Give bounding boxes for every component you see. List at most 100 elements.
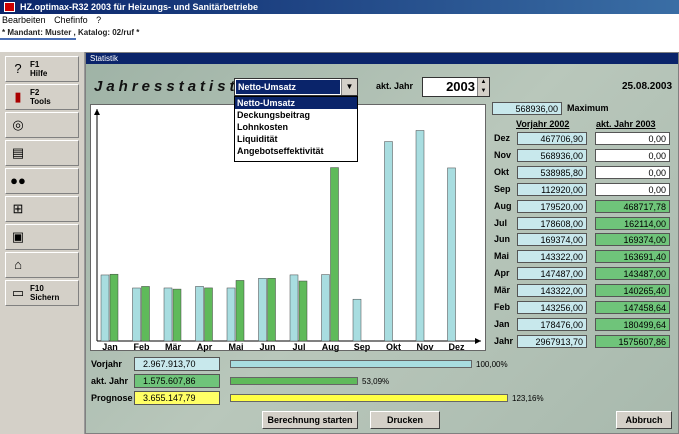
x-tick-label: Feb <box>133 342 150 352</box>
summary-cur-bar <box>230 377 358 385</box>
menu-help[interactable]: ? <box>96 15 101 25</box>
col-prev-header: Vorjahr 2002 <box>516 119 570 129</box>
table-cell-cur[interactable]: 147458,64 <box>595 301 670 314</box>
binoculars-icon: ●● <box>10 173 26 188</box>
spin-down-icon[interactable]: ▼ <box>478 87 489 96</box>
current-date: 25.08.2003 <box>622 81 673 92</box>
menu-bar: Bearbeiten Chefinfo ? <box>0 14 679 26</box>
summary-prev-bar <box>230 360 472 368</box>
table-cell-prev: 112920,00 <box>517 182 587 196</box>
x-tick-label: Aug <box>322 342 340 352</box>
table-cell-prev: 467706,90 <box>517 132 587 145</box>
table-cell-prev: 143322,00 <box>517 250 587 264</box>
summary-prog-pct: 123,16% <box>512 394 544 403</box>
summary-cur-value: 1.575.607,86 <box>134 374 220 388</box>
year-spinner[interactable]: 2003 ▲ ▼ <box>422 77 490 97</box>
max-label: Maximum <box>567 103 609 113</box>
accent-bar <box>0 38 76 40</box>
chart-bar-prev <box>226 287 236 342</box>
x-axis-arrow-icon <box>475 338 481 344</box>
summary-prog-value: 3.655.147,79 <box>134 391 220 405</box>
save-icon: ▭ <box>11 285 25 300</box>
table-cell-cur[interactable]: 0,00 <box>595 182 670 196</box>
x-tick-label: Apr <box>197 342 213 352</box>
table-cell-prev: 178608,00 <box>517 216 587 230</box>
summary-prog-label: Prognose <box>91 393 133 403</box>
table-cell-cur[interactable]: 0,00 <box>595 165 670 179</box>
sidebar-help-button[interactable]: ? F1 Hilfe <box>5 56 79 82</box>
option-angebotseffektivitaet[interactable]: Angebotseffektivität <box>235 145 357 157</box>
x-tick-label: Okt <box>386 342 401 352</box>
table-row-label: Dez <box>494 133 511 143</box>
option-liquiditaet[interactable]: Liquidität <box>235 133 357 145</box>
chart-bar-prev <box>352 298 362 342</box>
table-cell-cur[interactable]: 180499,64 <box>595 317 670 331</box>
menu-bearbeiten[interactable]: Bearbeiten <box>2 15 46 25</box>
table-cell-cur[interactable]: 169374,00 <box>595 233 670 247</box>
chart-bar-cur <box>298 280 308 342</box>
mandant-info: * Mandant: Muster , Katalog: 02/ruf * <box>0 26 679 39</box>
x-tick-label: Mai <box>228 342 243 352</box>
summary-cur-label: akt. Jahr <box>91 376 129 386</box>
app-title: HZ.optimax-R32 2003 für Heizungs- und Sa… <box>20 2 259 12</box>
sidebar-tools-button[interactable]: ▮ F2 Tools <box>5 84 79 110</box>
option-deckungsbeitrag[interactable]: Deckungsbeitrag <box>235 109 357 121</box>
table-cell-cur[interactable]: 140265,40 <box>595 284 670 298</box>
year-value: 2003 <box>446 79 475 94</box>
table-cell-cur[interactable]: 468717,78 <box>595 199 670 213</box>
table-row-label: Okt <box>494 166 510 177</box>
statistic-type-select[interactable]: Netto-Umsatz ▼ <box>234 78 358 96</box>
table-cell-prev: 143322,00 <box>517 284 587 298</box>
spin-up-icon[interactable]: ▲ <box>478 78 489 87</box>
table-row-label: Jahr <box>494 335 514 346</box>
table-row-label: Jan <box>494 318 510 329</box>
folder-icon: ⌂ <box>14 257 22 272</box>
cancel-button[interactable]: Abbruch <box>616 411 672 429</box>
sidebar-folder-button[interactable]: ⌂ <box>5 252 79 278</box>
table-cell-prev: 538985,80 <box>517 165 587 179</box>
calc-button[interactable]: Berechnung starten <box>262 411 358 429</box>
table-cell-cur[interactable]: 1575607,86 <box>595 334 670 348</box>
max-value: 568936,00 <box>492 102 562 115</box>
x-tick-label: Mär <box>165 342 182 352</box>
sidebar-cup-button[interactable]: ▣ <box>5 224 79 250</box>
table-cell-cur[interactable]: 143487,00 <box>595 267 670 281</box>
app-icon <box>4 2 15 12</box>
table-cell-cur[interactable]: 163691,40 <box>595 250 670 264</box>
chart-bar-cur <box>204 287 213 342</box>
sidebar-network-button[interactable]: ⊞ <box>5 196 79 222</box>
sidebar-binoculars-button[interactable]: ●● <box>5 168 79 194</box>
statistic-type-dropdown: Netto-Umsatz Deckungsbeitrag Lohnkosten … <box>234 96 358 162</box>
chart-bar-prev <box>321 274 330 342</box>
chart-bar-prev <box>447 167 456 342</box>
option-netto-umsatz[interactable]: Netto-Umsatz <box>235 97 357 109</box>
table-cell-cur[interactable]: 0,00 <box>595 132 670 145</box>
menu-chefinfo[interactable]: Chefinfo <box>54 15 88 25</box>
table-cell-prev: 179520,00 <box>517 199 587 213</box>
summary-prog-bar <box>230 394 508 402</box>
chevron-down-icon[interactable]: ▼ <box>341 79 357 95</box>
x-tick-label: Sep <box>354 342 371 352</box>
print-button[interactable]: Drucken <box>370 411 440 429</box>
table-cell-prev: 2967913,70 <box>517 334 587 348</box>
year-spin-control[interactable]: ▲ ▼ <box>477 78 489 96</box>
table-cell-cur[interactable]: 0,00 <box>595 148 670 162</box>
table-row-label: Jun <box>494 234 511 245</box>
chart-bar-cur <box>330 167 339 342</box>
table-cell-prev: 147487,00 <box>517 267 587 281</box>
table-cell-cur[interactable]: 162114,00 <box>595 216 670 230</box>
x-tick-label: Nov <box>416 342 433 352</box>
summary-cur-pct: 53,09% <box>362 377 390 386</box>
sidebar-document-button[interactable]: ▤ <box>5 140 79 166</box>
table-row-label: Mär <box>494 285 511 296</box>
summary-prev-pct: 100,00% <box>476 360 508 369</box>
chart-bar-prev <box>132 287 141 342</box>
table-row-label: Jul <box>494 217 508 228</box>
sidebar-target-button[interactable]: ◎ <box>5 112 79 138</box>
document-icon: ▤ <box>11 145 25 160</box>
help-icon: ? <box>14 61 22 76</box>
option-lohnkosten[interactable]: Lohnkosten <box>235 121 357 133</box>
window-title: Statistik <box>86 53 678 64</box>
chart-bar-prev <box>100 274 110 342</box>
sidebar-save-button[interactable]: ▭ F10 Sichern <box>5 280 79 306</box>
